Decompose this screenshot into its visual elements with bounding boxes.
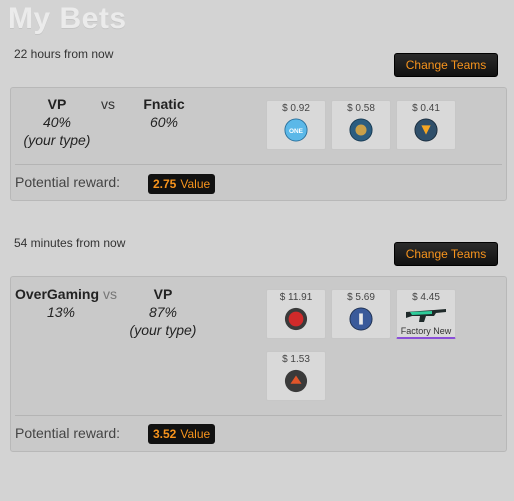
team-percentage: 13% (46, 304, 76, 320)
bet-item[interactable]: $ 0.92 ONE (266, 100, 326, 150)
team-name: VP (153, 286, 173, 302)
reward-value-badge: 2.75 Value (148, 174, 216, 194)
reward-label: Potential reward: (15, 174, 121, 190)
reward-unit: Value (180, 177, 211, 191)
your-type-note: (your type) (23, 132, 91, 148)
bet-2-panel: vs OverGaming 13% VP 87% (your type) $ 1… (10, 276, 507, 452)
bet-item[interactable]: $ 0.58 (331, 100, 391, 150)
item-price: $ 5.69 (347, 292, 375, 303)
rifle-skin-icon (404, 304, 448, 326)
bet-item[interactable]: $ 4.45 Factory New (396, 289, 456, 339)
reward-value-badge: 3.52 Value (148, 424, 216, 444)
team-name: Fnatic (143, 96, 185, 112)
item-price: $ 0.58 (347, 103, 375, 114)
change-teams-button[interactable]: Change Teams (394, 242, 498, 266)
bet-item[interactable]: $ 1.53 (266, 351, 326, 401)
divider (15, 415, 502, 416)
item-price: $ 4.45 (412, 292, 440, 303)
bet-1-panel: VP 40% (your type) vs Fnatic 60% $ 0.92 … (10, 87, 507, 201)
one-logo-sticker-icon: ONE (284, 118, 308, 142)
vs-label: vs (101, 96, 115, 112)
blue-sticker-icon (349, 307, 373, 331)
item-condition: Factory New (400, 326, 452, 336)
bet-2-time: 54 minutes from now (14, 236, 126, 250)
bet-item[interactable]: $ 11.91 (266, 289, 326, 339)
team-name: OverGaming (15, 286, 100, 302)
bet-1-team-1[interactable]: VP 40% (your type) (17, 95, 97, 149)
team-percentage: 40% (42, 114, 72, 130)
bet-1-team-2[interactable]: Fnatic 60% (129, 95, 199, 131)
reward-amount: 2.75 (153, 177, 177, 191)
page-title: My Bets (8, 2, 127, 35)
reward-amount: 3.52 (153, 427, 177, 441)
svg-text:ONE: ONE (289, 128, 304, 135)
fnatic-sticker-icon (414, 118, 438, 142)
bet-item[interactable]: $ 5.69 (331, 289, 391, 339)
team-percentage: 87% (148, 304, 178, 320)
reward-unit: Value (180, 427, 211, 441)
change-teams-button[interactable]: Change Teams (394, 53, 498, 77)
team-percentage: 60% (149, 114, 179, 130)
bet-item[interactable]: $ 0.41 (396, 100, 456, 150)
reward-label: Potential reward: (15, 425, 121, 441)
item-price: $ 11.91 (279, 292, 313, 303)
bet-2-team-2[interactable]: VP 87% (your type) (123, 285, 203, 339)
bet-1-time: 22 hours from now (14, 47, 114, 61)
item-price: $ 1.53 (282, 354, 310, 365)
team-name: VP (47, 96, 67, 112)
bet-2-team-1[interactable]: OverGaming 13% (15, 285, 107, 321)
red-sticker-icon (284, 307, 308, 331)
item-price: $ 0.41 (412, 103, 440, 114)
team-sticker-icon (349, 118, 373, 142)
your-type-note: (your type) (129, 322, 197, 338)
divider (15, 164, 502, 165)
orange-sticker-icon (284, 369, 308, 393)
item-price: $ 0.92 (282, 103, 310, 114)
